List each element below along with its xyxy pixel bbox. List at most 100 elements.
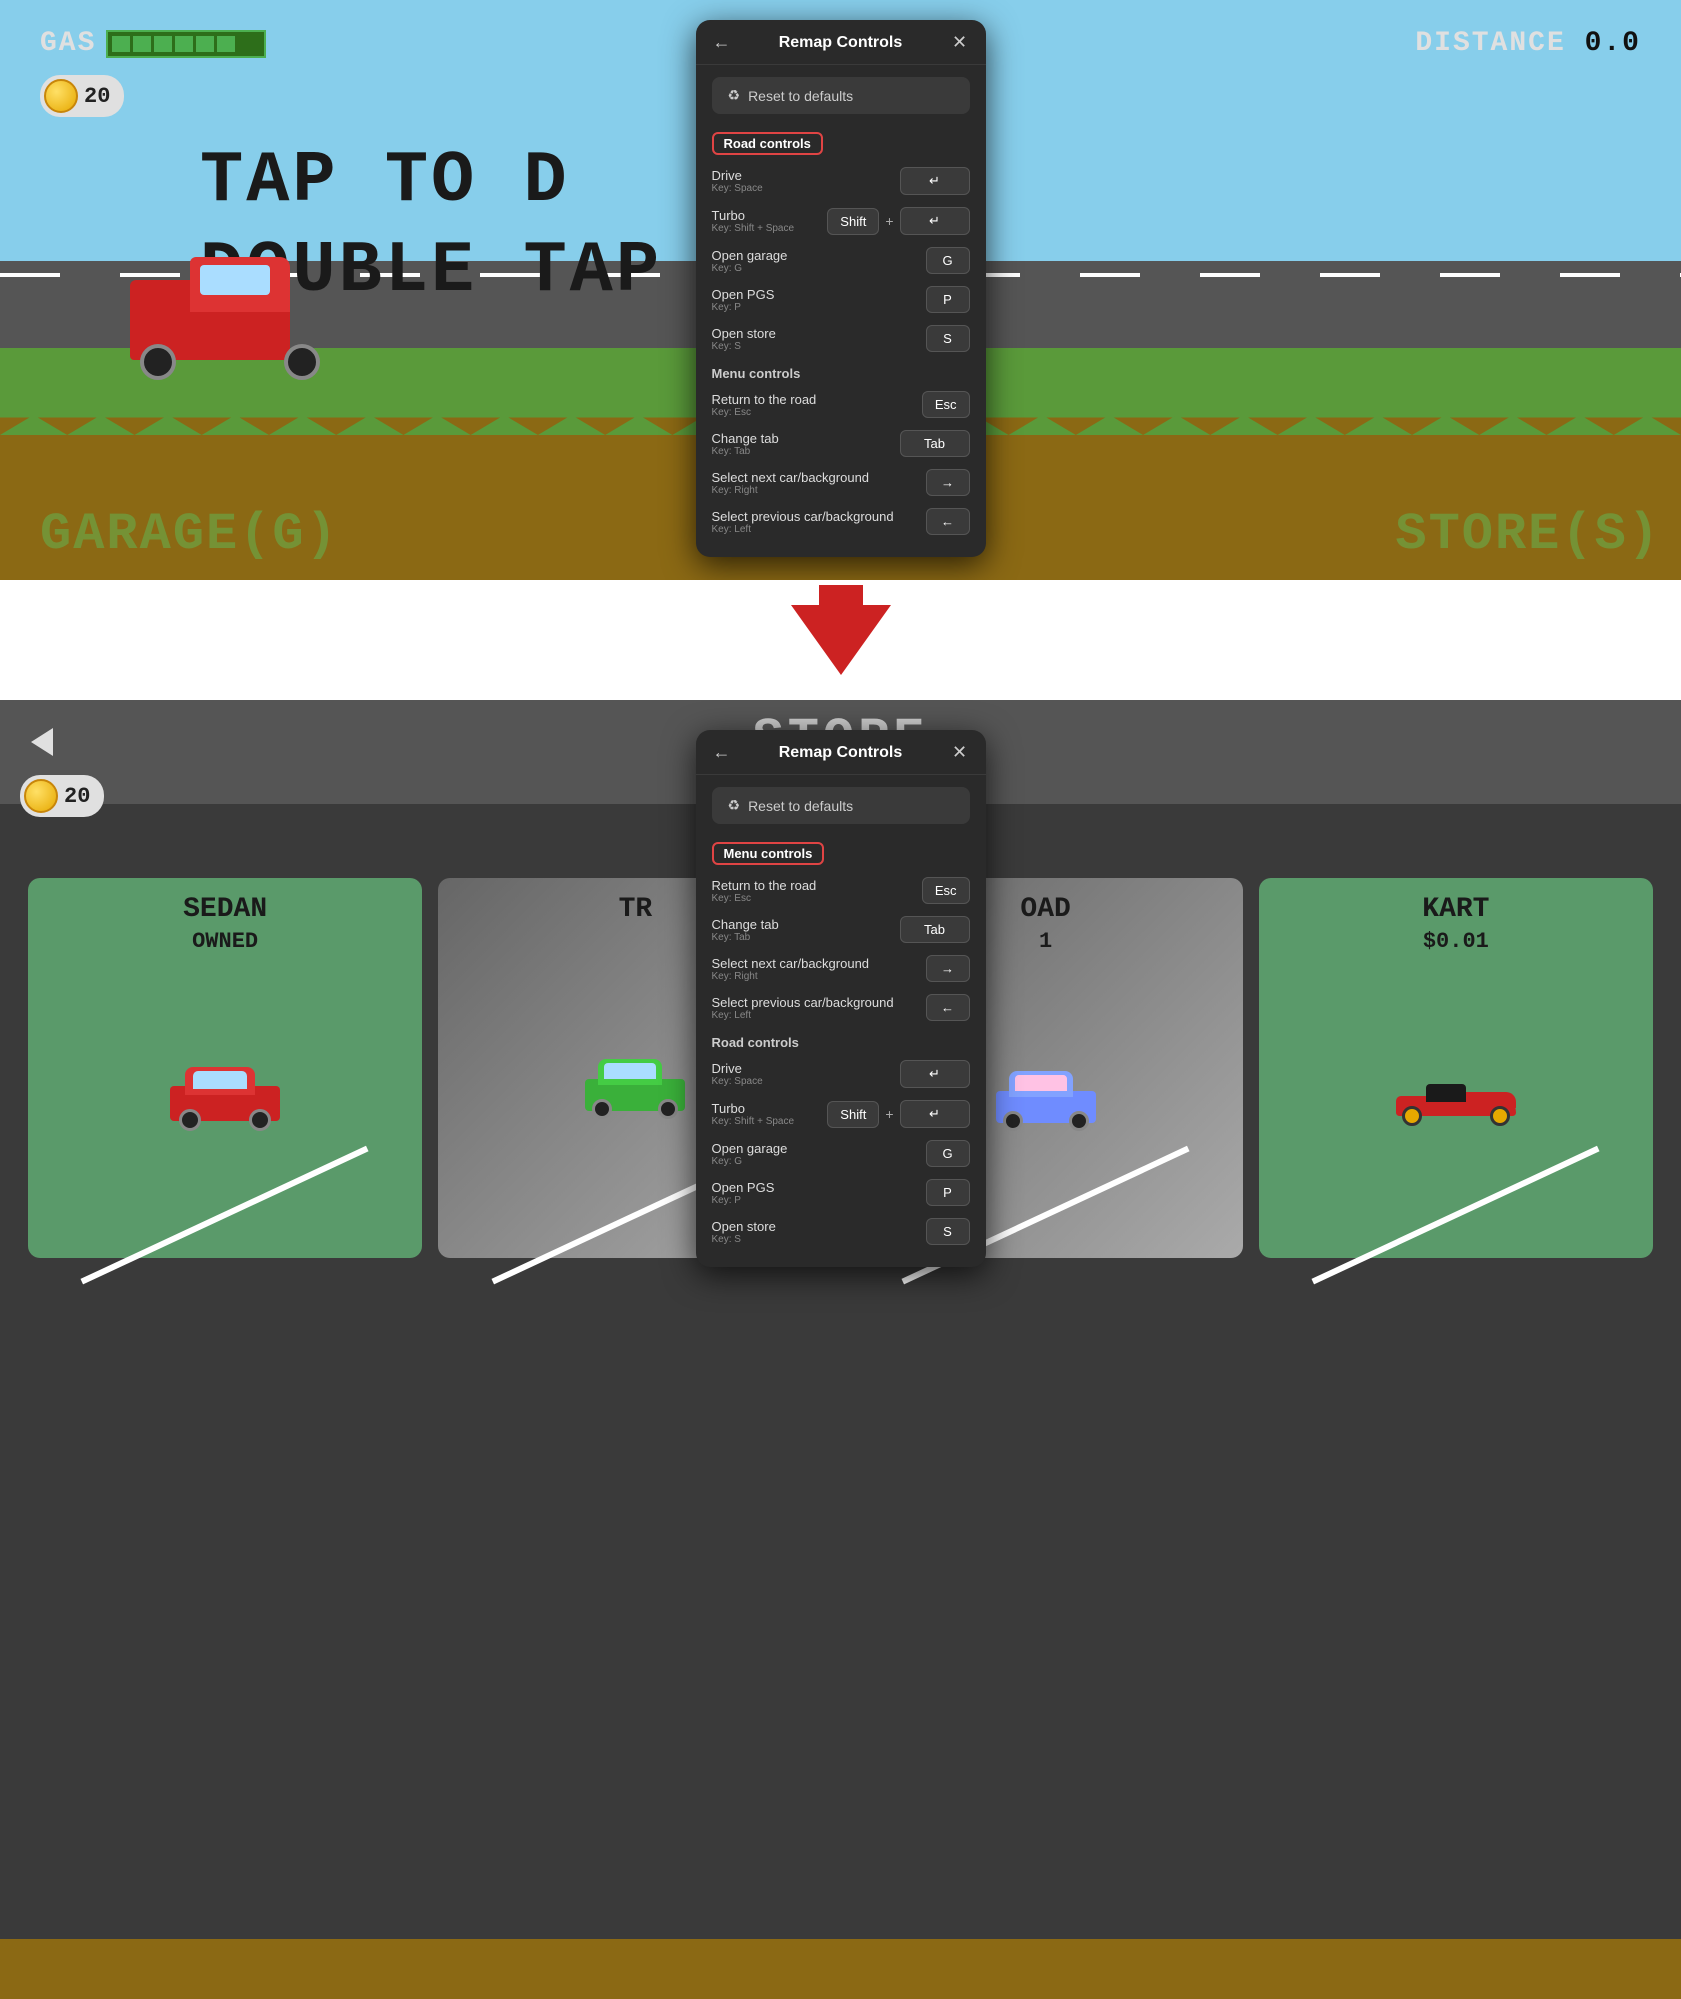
gas-bar-area: GAS xyxy=(40,28,266,59)
open-store-info-top: Open store Key: S xyxy=(712,326,776,352)
truck-window xyxy=(200,265,270,295)
down-arrow-container xyxy=(791,605,891,675)
return-road-control-row-bottom: Return to the road Key: Esc Esc xyxy=(696,871,986,910)
change-tab-key-hint-bottom: Key: Tab xyxy=(712,932,779,943)
turbo-enter-button-top[interactable]: ↵ xyxy=(900,207,970,235)
select-prev-key-button-bottom[interactable]: ← xyxy=(926,994,970,1021)
gas-segment-4 xyxy=(175,36,193,52)
truck xyxy=(110,230,330,390)
reset-defaults-button-bottom[interactable]: ♻ Reset to defaults xyxy=(712,787,970,824)
select-prev-label-top: Select previous car/background xyxy=(712,509,894,524)
open-garage-control-row-top: Open garage Key: G G xyxy=(696,241,986,280)
road-car-top xyxy=(1009,1071,1073,1097)
turbo-enter-button-bottom[interactable]: ↵ xyxy=(900,1100,970,1128)
game-background-top: GAS DISTANCE 0.0 20 TAP TO D DOUBLE TA xyxy=(0,0,1681,580)
open-store-label-top: Open store xyxy=(712,326,776,341)
open-pgs-key-button-bottom[interactable]: P xyxy=(926,1179,970,1206)
reset-defaults-button-top[interactable]: ♻ Reset to defaults xyxy=(712,77,970,114)
open-garage-key-button-top[interactable]: G xyxy=(926,247,970,274)
drive-control-row-top: Drive Key: Space ↵ xyxy=(696,161,986,201)
change-tab-key-button-bottom[interactable]: Tab xyxy=(900,916,970,943)
open-store-key-button-bottom[interactable]: S xyxy=(926,1218,970,1245)
drive-key-button-top[interactable]: ↵ xyxy=(900,167,970,195)
turbo-shift-button-top[interactable]: Shift xyxy=(827,208,879,235)
select-prev-key-hint-top: Key: Left xyxy=(712,524,894,535)
sedan-wheel-rear xyxy=(249,1109,271,1131)
coin-badge-top: 20 xyxy=(40,75,124,117)
open-pgs-info-top: Open PGS Key: P xyxy=(712,287,775,313)
car-card-truck-title: TR xyxy=(619,894,653,925)
select-next-key-button-top[interactable]: → xyxy=(926,469,970,496)
coin-badge-bottom: 20 xyxy=(20,775,104,817)
turbo-label-top: Turbo xyxy=(712,208,795,223)
modal-back-button-top[interactable]: ← xyxy=(710,30,734,54)
open-pgs-info-bottom: Open PGS Key: P xyxy=(712,1180,775,1206)
modal-title-bottom: Remap Controls xyxy=(779,744,903,762)
drive-key-hint-bottom: Key: Space xyxy=(712,1076,763,1087)
car-card-kart-title: KART xyxy=(1422,894,1489,925)
open-store-control-row-bottom: Open store Key: S S xyxy=(696,1212,986,1251)
open-pgs-key-hint-top: Key: P xyxy=(712,302,775,313)
turbo-shift-button-bottom[interactable]: Shift xyxy=(827,1101,879,1128)
kart-cockpit xyxy=(1426,1084,1466,1102)
menu-controls-section-label-bottom: Menu controls xyxy=(712,842,825,865)
turbo-control-row-top: Turbo Key: Shift + Space Shift + ↵ xyxy=(696,201,986,241)
select-next-key-button-bottom[interactable]: → xyxy=(926,955,970,982)
select-next-control-row-bottom: Select next car/background Key: Right → xyxy=(696,949,986,988)
modal-close-button-top[interactable]: ✕ xyxy=(948,30,972,54)
truck-wheel-left xyxy=(140,344,176,380)
return-road-key-hint-bottom: Key: Esc xyxy=(712,893,817,904)
reset-label-top: Reset to defaults xyxy=(748,88,853,104)
return-road-key-button-bottom[interactable]: Esc xyxy=(922,877,970,904)
garage-label: GARAGE(G) xyxy=(40,505,339,564)
plus-icon-bottom: + xyxy=(885,1106,893,1122)
select-prev-info-bottom: Select previous car/background Key: Left xyxy=(712,995,894,1021)
select-prev-control-row-bottom: Select previous car/background Key: Left… xyxy=(696,988,986,1027)
turbo-keys-bottom: Shift + ↵ xyxy=(827,1100,969,1128)
modal-header-bottom: ← Remap Controls ✕ xyxy=(696,730,986,775)
distance-area: DISTANCE 0.0 xyxy=(1415,28,1641,59)
drive-control-row-bottom: Drive Key: Space ↵ xyxy=(696,1054,986,1094)
open-pgs-control-row-top: Open PGS Key: P P xyxy=(696,280,986,319)
open-garage-key-button-bottom[interactable]: G xyxy=(926,1140,970,1167)
open-pgs-key-button-top[interactable]: P xyxy=(926,286,970,313)
car-card-kart[interactable]: KART $0.01 xyxy=(1259,878,1653,1258)
turbo-info-bottom: Turbo Key: Shift + Space xyxy=(712,1101,795,1127)
gas-segment-5 xyxy=(196,36,214,52)
select-prev-label-bottom: Select previous car/background xyxy=(712,995,894,1010)
back-arrow-button[interactable] xyxy=(20,720,64,764)
down-arrow-icon xyxy=(791,605,891,675)
select-prev-key-button-top[interactable]: ← xyxy=(926,508,970,535)
turbo-info-top: Turbo Key: Shift + Space xyxy=(712,208,795,234)
modal-close-button-bottom[interactable]: ✕ xyxy=(948,740,972,764)
drive-key-button-bottom[interactable]: ↵ xyxy=(900,1060,970,1088)
change-tab-info-bottom: Change tab Key: Tab xyxy=(712,917,779,943)
car-card-sedan[interactable]: SEDAN OWNED xyxy=(28,878,422,1258)
select-next-control-row-top: Select next car/background Key: Right → xyxy=(696,463,986,502)
turbo-label-bottom: Turbo xyxy=(712,1101,795,1116)
top-section: GAS DISTANCE 0.0 20 TAP TO D DOUBLE TA xyxy=(0,0,1681,580)
drive-key-hint-top: Key: Space xyxy=(712,183,763,194)
open-store-key-button-top[interactable]: S xyxy=(926,325,970,352)
distance-label: DISTANCE xyxy=(1415,28,1565,59)
select-next-label-bottom: Select next car/background xyxy=(712,956,870,971)
dirt-bar xyxy=(0,1939,1681,1999)
sedan-image-area xyxy=(44,954,406,1242)
remap-controls-modal-top: ← Remap Controls ✕ ♻ Reset to defaults R… xyxy=(696,20,986,557)
modal-back-button-bottom[interactable]: ← xyxy=(710,740,734,764)
gas-bar xyxy=(106,30,266,58)
open-pgs-control-row-bottom: Open PGS Key: P P xyxy=(696,1173,986,1212)
return-road-key-button-top[interactable]: Esc xyxy=(922,391,970,418)
open-garage-control-row-bottom: Open garage Key: G G xyxy=(696,1134,986,1173)
open-garage-label-bottom: Open garage xyxy=(712,1141,788,1156)
coin-icon-top xyxy=(44,79,78,113)
turbo-key-hint-bottom: Key: Shift + Space xyxy=(712,1116,795,1127)
turbo-key-hint-top: Key: Shift + Space xyxy=(712,223,795,234)
open-store-info-bottom: Open store Key: S xyxy=(712,1219,776,1245)
distance-value: 0.0 xyxy=(1585,28,1641,59)
change-tab-key-button-top[interactable]: Tab xyxy=(900,430,970,457)
return-road-info-top: Return to the road Key: Esc xyxy=(712,392,817,418)
gas-segment-1 xyxy=(112,36,130,52)
green-car xyxy=(580,1051,690,1121)
remap-controls-modal-bottom: ← Remap Controls ✕ ♻ Reset to defaults M… xyxy=(696,730,986,1267)
